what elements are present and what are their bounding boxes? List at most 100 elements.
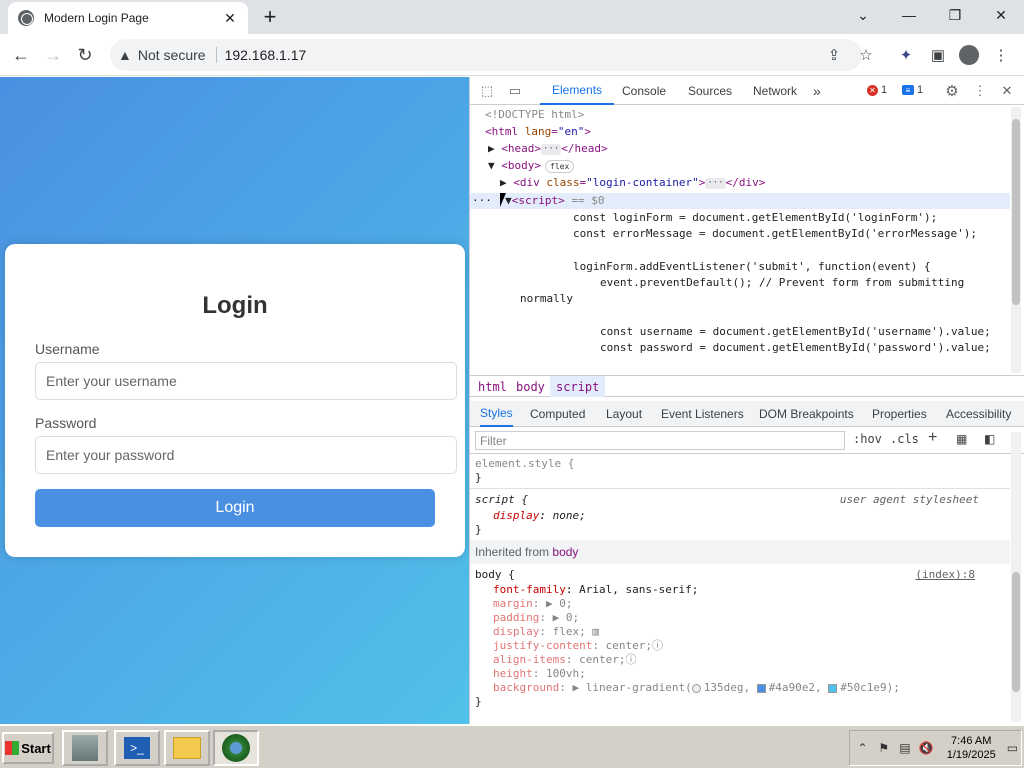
username-input[interactable]: Enter your username — [35, 362, 457, 400]
css-declaration[interactable]: justify-content: center;ⓘ — [475, 639, 1007, 653]
tab-network[interactable]: Network — [753, 77, 797, 105]
new-tab-button[interactable]: + — [258, 4, 282, 30]
info-icon[interactable]: ⓘ — [652, 639, 663, 652]
address-bar[interactable]: ▲ Not secure 192.168.1.17 — [110, 39, 862, 71]
tab-styles[interactable]: Styles — [480, 401, 513, 427]
tab-properties[interactable]: Properties — [872, 401, 927, 427]
back-icon[interactable]: ← — [8, 42, 34, 68]
toggle-sidebar-icon[interactable]: ◧ — [984, 432, 995, 446]
taskbar-chrome[interactable] — [213, 730, 259, 766]
show-hidden-icons-icon[interactable]: ⌃ — [854, 739, 871, 757]
device-toolbar-icon[interactable]: ▭ — [506, 82, 524, 100]
css-declaration[interactable]: height: 100vh; — [475, 667, 1007, 681]
reload-icon[interactable]: ↻ — [72, 42, 98, 68]
login-button[interactable]: Login — [35, 489, 435, 527]
add-rule-icon[interactable]: + — [928, 429, 937, 447]
dom-node-html[interactable]: <html lang="en"> — [470, 124, 1010, 140]
more-tabs-icon[interactable]: » — [813, 77, 821, 105]
element-style-rule[interactable]: element.style { — [475, 457, 1007, 471]
security-label[interactable]: Not secure — [138, 47, 206, 63]
code-text: const errorMessage = document.getElement… — [573, 227, 977, 240]
extensions-icon[interactable]: ✦ — [895, 44, 917, 66]
collapse-arrow-icon[interactable]: ▼ — [488, 159, 501, 172]
css-declaration[interactable]: display: flex; ▥ — [475, 625, 1007, 639]
taskbar-file-explorer[interactable] — [164, 730, 210, 766]
error-badge[interactable]: ✕ 1 — [867, 84, 887, 96]
breadcrumb-body[interactable]: body — [510, 376, 551, 397]
breadcrumb-script[interactable]: script — [550, 376, 606, 397]
dom-scrollbar-thumb[interactable] — [1012, 119, 1020, 305]
script-ua-rule[interactable]: script {user agent stylesheet — [475, 493, 1007, 507]
styles-scrollbar[interactable] — [1011, 432, 1021, 722]
tab-close-icon[interactable]: ✕ — [222, 10, 238, 27]
show-desktop-icon[interactable]: ▭ — [1004, 739, 1021, 757]
dom-node-doctype[interactable]: <!DOCTYPE html> — [470, 107, 1010, 123]
tab-console[interactable]: Console — [622, 77, 666, 105]
tab-event-listeners[interactable]: Event Listeners — [661, 401, 744, 427]
clock[interactable]: 7:46 AM 1/19/2025 — [943, 734, 1000, 762]
info-icon[interactable]: ⓘ — [625, 653, 636, 666]
taskbar-powershell[interactable]: >_ — [114, 730, 160, 766]
dom-node-head[interactable]: ▶ <head> ··· </head> — [470, 141, 1010, 157]
expand-arrow-icon[interactable]: ▶ — [488, 142, 501, 155]
css-declaration[interactable]: align-items: center;ⓘ — [475, 653, 1007, 667]
inherited-from-link[interactable]: body — [552, 545, 578, 559]
devtools-menu-icon[interactable]: ⋮ — [971, 82, 989, 100]
styles-scrollbar-thumb[interactable] — [1012, 572, 1020, 692]
css-declaration[interactable]: padding: ▶ 0; — [475, 611, 1007, 625]
flag-icon[interactable]: ⚑ — [875, 739, 892, 757]
dom-node-body[interactable]: ▼ <body> flex — [470, 158, 1010, 174]
body-rule[interactable]: body {(index):8 — [475, 568, 1007, 582]
color-swatch[interactable] — [828, 683, 838, 693]
chevron-down-icon[interactable]: ⌄ — [840, 0, 886, 30]
taskbar-server-manager[interactable] — [62, 730, 108, 766]
css-declaration[interactable]: font-family: Arial, sans-serif; — [475, 583, 1007, 597]
inspect-element-icon[interactable]: ⬚ — [478, 82, 496, 100]
side-panel-icon[interactable]: ▣ — [927, 44, 949, 66]
ellipsis-icon[interactable]: ··· — [541, 143, 562, 155]
breadcrumb-html[interactable]: html — [472, 376, 513, 397]
close-devtools-icon[interactable]: ✕ — [998, 82, 1016, 100]
dom-node-script[interactable]: ··· ▼<script> == $0 — [470, 193, 1010, 209]
cls-toggle[interactable]: .cls — [890, 432, 919, 446]
source-link[interactable]: (index):8 — [915, 568, 975, 582]
tab-elements[interactable]: Elements — [540, 77, 615, 105]
profile-icon[interactable] — [958, 44, 980, 66]
password-input[interactable]: Enter your password — [35, 436, 457, 474]
css-declaration[interactable]: display: none; — [475, 509, 1007, 523]
url-text[interactable]: 192.168.1.17 — [225, 47, 307, 63]
ellipsis-icon[interactable]: ··· — [705, 177, 726, 189]
dom-node-login-container[interactable]: ▶ <div class="login-container"> ··· </div> — [470, 175, 1010, 191]
start-button[interactable]: Start — [2, 732, 54, 764]
collapse-arrow-icon[interactable]: ▼ — [505, 194, 512, 207]
css-declaration[interactable]: margin: ▶ 0; — [475, 597, 1007, 611]
minimize-button[interactable]: — — [886, 0, 932, 30]
tab-computed[interactable]: Computed — [530, 401, 585, 427]
tab-layout[interactable]: Layout — [606, 401, 642, 427]
hov-toggle[interactable]: :hov — [853, 432, 882, 446]
tab-sources[interactable]: Sources — [688, 77, 732, 105]
row-menu-icon[interactable]: ··· — [472, 194, 492, 207]
browser-tab[interactable]: Modern Login Page ✕ — [8, 2, 248, 34]
volume-muted-icon[interactable]: 🔇 — [917, 739, 934, 757]
flex-badge[interactable]: flex — [545, 159, 575, 173]
forward-icon[interactable]: → — [40, 42, 66, 68]
flex-editor-icon[interactable]: ▥ — [592, 625, 599, 638]
gear-icon[interactable]: ⚙ — [943, 82, 961, 100]
network-icon[interactable]: ▤ — [896, 739, 913, 757]
angle-swatch-icon[interactable] — [691, 683, 701, 693]
maximize-button[interactable]: ❐ — [932, 0, 978, 30]
tab-dom-breakpoints[interactable]: DOM Breakpoints — [759, 401, 854, 427]
menu-icon[interactable]: ⋮ — [990, 44, 1012, 66]
close-window-button[interactable]: ✕ — [978, 0, 1024, 30]
css-declaration[interactable]: background: ▶ linear-gradient(135deg, #4… — [475, 681, 1007, 695]
share-icon[interactable]: ⇪ — [823, 44, 845, 66]
tab-accessibility[interactable]: Accessibility — [946, 401, 1011, 427]
expand-arrow-icon[interactable]: ▶ — [500, 176, 513, 189]
dom-scrollbar[interactable] — [1011, 107, 1021, 373]
styles-filter-input[interactable]: Filter — [475, 431, 845, 450]
paint-icon[interactable]: ▦ — [956, 432, 967, 446]
star-icon[interactable]: ☆ — [855, 44, 877, 66]
message-badge[interactable]: ≡ 1 — [902, 84, 923, 96]
color-swatch[interactable] — [756, 683, 766, 693]
